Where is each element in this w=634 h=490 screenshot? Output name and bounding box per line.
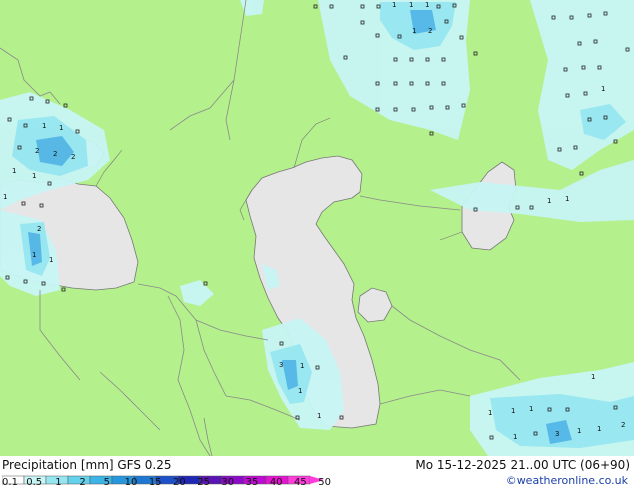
precip-value-label: 1 xyxy=(42,122,46,130)
precipitation-map: 1 1 1 1 2 1 1 2 2 2 1 1 1 2 1 1 1 1 1 3 1 1 1 1 1 1 1 1 3 1 2 1 xyxy=(0,0,634,456)
precip-value-label: 1 xyxy=(513,433,517,441)
precip-value-label: 3 xyxy=(555,430,559,438)
precip-value-label: 1 xyxy=(577,427,581,435)
colorbar-tick-label: 2 xyxy=(79,477,86,488)
precip-value-label: 1 xyxy=(412,27,416,35)
precip-value-label: 1 xyxy=(565,195,569,203)
precip-value-label: 1 xyxy=(3,193,7,201)
precip-value-label: 2 xyxy=(53,150,57,158)
precip-value-label: 2 xyxy=(37,225,41,233)
precip-value-label: 1 xyxy=(59,124,63,132)
precip-value-label: 1 xyxy=(529,405,533,413)
precip-value-label: 2 xyxy=(621,421,625,429)
precip-value-label: 2 xyxy=(428,27,432,35)
credit-link[interactable]: ©weatheronline.co.uk xyxy=(506,474,628,487)
precip-value-label: 1 xyxy=(409,1,413,9)
precip-value-label: 1 xyxy=(488,409,492,417)
precip-value-label: 1 xyxy=(32,172,36,180)
colorbar-tick-label: 0.1 xyxy=(2,477,18,488)
precip-value-label: 1 xyxy=(597,425,601,433)
colorbar-tick-label: 1 xyxy=(55,477,62,488)
colorbar-tick-label: 30 xyxy=(221,477,235,488)
colorbar-tick-label: 5 xyxy=(103,477,110,488)
map-footer: Precipitation [mm] GFS 0.25 Mo 15-12-202… xyxy=(0,456,634,490)
colorbar-tick-label: 25 xyxy=(197,477,210,488)
precip-value-label: 1 xyxy=(298,387,302,395)
map-canvas: 1 1 1 1 2 1 1 2 2 2 1 1 1 2 1 1 1 1 1 3 1 1 1 1 1 1 1 1 3 1 2 1 xyxy=(0,0,634,456)
precip-value-label: 3 xyxy=(279,361,283,369)
colorbar-tick-label: 10 xyxy=(124,477,138,488)
colorbar-tick-label: 35 xyxy=(245,477,259,488)
precip-value-label: 1 xyxy=(591,373,595,381)
precip-value-label: 1 xyxy=(425,1,429,9)
precip-value-label: 2 xyxy=(35,147,39,155)
precip-value-label: 1 xyxy=(547,197,551,205)
precip-value-label: 1 xyxy=(32,251,36,259)
precip-value-label: 1 xyxy=(511,407,515,415)
precip-value-label: 1 xyxy=(300,362,304,370)
precip-value-label: 1 xyxy=(601,85,605,93)
precip-value-label: 2 xyxy=(71,153,75,161)
precip-value-label: 1 xyxy=(392,1,396,9)
colorbar-tick-label: 40 xyxy=(269,477,283,488)
colorbar-tick-label: 50 xyxy=(318,477,331,488)
precip-value-label: 1 xyxy=(317,412,321,420)
precip-value-label: 1 xyxy=(49,256,53,264)
forecast-timestamp: Mo 15-12-2025 21..00 UTC (06+90) xyxy=(415,458,630,472)
map-title: Precipitation [mm] GFS 0.25 xyxy=(2,458,172,472)
colorbar-tick-label: 45 xyxy=(294,477,307,488)
precip-value-label: 1 xyxy=(12,167,16,175)
colorbar-tick-label: 0.5 xyxy=(26,477,43,488)
colorbar-tick-label: 15 xyxy=(148,477,162,488)
colorbar-tick-label: 20 xyxy=(173,477,186,488)
